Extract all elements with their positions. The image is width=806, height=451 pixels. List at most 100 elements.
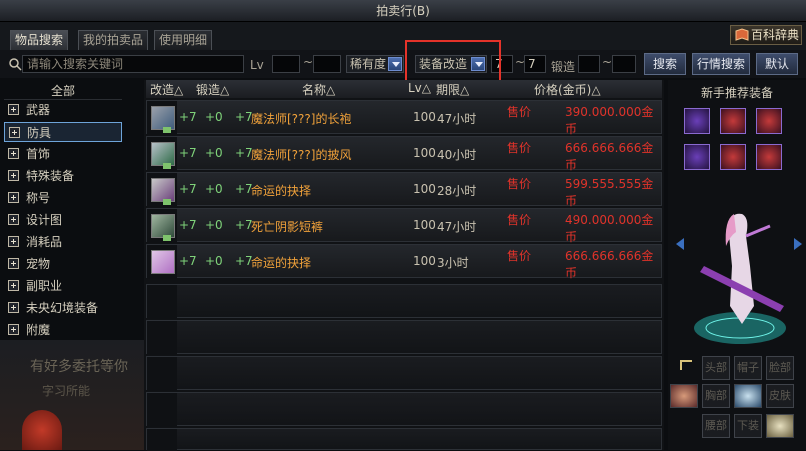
category-label: 防具: [27, 126, 52, 140]
part-shoes-icon[interactable]: [766, 414, 794, 438]
forge-value: +0: [205, 146, 223, 160]
sort-upgrade[interactable]: 改造△: [150, 81, 183, 98]
market-search-button[interactable]: 行情搜索: [692, 53, 750, 75]
price-label: 售价: [507, 177, 532, 191]
expand-icon: [8, 324, 19, 335]
category-blueprint[interactable]: 设计图: [4, 210, 122, 230]
tilde-separator: ~: [303, 55, 314, 69]
category-consumable[interactable]: 消耗品: [4, 232, 122, 252]
character-preview: [694, 213, 786, 344]
expand-icon: [8, 104, 19, 115]
chevron-down-icon: [388, 57, 402, 71]
table-row[interactable]: +7 +0 +7 死亡阴影短裤 100 47小时 售价 490.000.000金…: [146, 208, 662, 244]
sort-price[interactable]: 价格(金币)△: [534, 81, 601, 98]
item-level: 100: [413, 182, 436, 196]
item-price: 390.000.000金币: [565, 105, 654, 136]
item-period: 47小时: [437, 112, 477, 126]
table-row-empty: [146, 320, 662, 355]
table-row-empty: [146, 392, 662, 427]
upgrade-max-input[interactable]: 7: [524, 55, 546, 73]
category-pet[interactable]: 宠物: [4, 254, 122, 274]
tab-item-search[interactable]: 物品搜索: [10, 30, 69, 50]
forge-min-input[interactable]: [578, 55, 600, 73]
upgrade-value: +7: [179, 254, 197, 268]
tab-my-auctions[interactable]: 我的拍卖品: [78, 30, 149, 50]
lv-label: Lv: [250, 58, 264, 72]
recommend-item-icon[interactable]: [756, 108, 782, 134]
item-period: 28小时: [437, 184, 477, 198]
rotate-left-icon[interactable]: [676, 238, 684, 250]
table-row[interactable]: +7 +0 +7 魔法师[???]的长袍 100 47小时 售价 390.000…: [146, 100, 662, 136]
lv-min-input[interactable]: [272, 55, 300, 73]
table-row[interactable]: +7 +0 +7 魔法师[???]的披风 100 40小时 售价 666.666…: [146, 136, 662, 172]
forge-max-input[interactable]: [612, 55, 636, 73]
tag-icon: [163, 127, 171, 133]
recommend-item-icon[interactable]: [684, 108, 710, 134]
expand-icon: [8, 258, 19, 269]
category-armor[interactable]: 防具: [4, 122, 122, 142]
refresh-icon[interactable]: [680, 360, 692, 370]
expand-icon: [8, 148, 19, 159]
item-period: 47小时: [437, 220, 477, 234]
category-sub-profession[interactable]: 副职业: [4, 276, 122, 296]
table-row-empty: [146, 284, 662, 319]
tilde-separator: ~: [602, 55, 613, 69]
default-button[interactable]: 默认: [756, 53, 798, 75]
search-input[interactable]: 请输入搜索关键词: [22, 55, 244, 73]
sort-period[interactable]: 期限△: [436, 81, 469, 98]
part-hair-icon[interactable]: [734, 384, 762, 408]
table-row[interactable]: +7 +0 +7 命运的抉择 100 28小时 售价 599.555.555金币: [146, 172, 662, 208]
item-price: 490.000.000金币: [565, 213, 654, 244]
price-label: 售价: [507, 249, 532, 263]
price-label: 售价: [507, 105, 532, 119]
part-portrait-icon[interactable]: [670, 384, 698, 408]
part-hat[interactable]: 帽子: [734, 356, 762, 380]
category-weapon[interactable]: 武器: [4, 100, 122, 120]
category-label: 特殊装备: [26, 169, 75, 183]
recommend-item-icon[interactable]: [756, 144, 782, 170]
category-all[interactable]: 全部: [4, 82, 122, 100]
part-pants[interactable]: 下装: [734, 414, 762, 438]
recommend-item-icon[interactable]: [720, 144, 746, 170]
category-accessory[interactable]: 首饰: [4, 144, 122, 164]
search-button[interactable]: 搜索: [644, 53, 686, 75]
category-weiyang-equipment[interactable]: 未央幻境装备: [4, 298, 122, 318]
rarity-dropdown[interactable]: 稀有度: [346, 55, 404, 73]
tag-icon: [163, 199, 171, 205]
expand-icon: [8, 192, 19, 203]
tab-usage-details[interactable]: 使用明细: [154, 30, 213, 50]
expand-icon: [8, 302, 19, 313]
part-waist[interactable]: 腰部: [702, 414, 730, 438]
sort-forge[interactable]: 锻造△: [196, 81, 229, 98]
part-chest[interactable]: 胸部: [702, 384, 730, 408]
sort-name[interactable]: 名称△: [302, 81, 335, 98]
recommend-item-icon[interactable]: [720, 108, 746, 134]
part-skin[interactable]: 皮肤: [766, 384, 794, 408]
lv-max-input[interactable]: [313, 55, 341, 73]
book-icon: [735, 28, 749, 41]
category-special-equipment[interactable]: 特殊装备: [4, 166, 122, 186]
item-name: 死亡阴影短裤: [251, 220, 324, 234]
category-label: 首饰: [26, 147, 51, 161]
table-header: 改造△ 锻造△ 名称△ Lv△ 期限△ 价格(金币)△: [146, 80, 662, 98]
upgrade-value: +7: [179, 218, 197, 232]
category-title[interactable]: 称号: [4, 188, 122, 208]
part-face[interactable]: 脸部: [766, 356, 794, 380]
tag-icon: [163, 235, 171, 241]
item-level: 100: [413, 218, 436, 232]
item-name: 魔法师[???]的长袍: [251, 112, 352, 126]
encyclopedia-button[interactable]: 百科辞典: [730, 25, 802, 45]
item-name: 魔法师[???]的披风: [251, 148, 352, 162]
item-period: 40小时: [437, 148, 477, 162]
table-row[interactable]: +7 +0 +7 命运的抉择 100 3小时 售价 666.666.666金币: [146, 244, 662, 280]
sort-lv[interactable]: Lv△: [408, 81, 431, 95]
window-title: 拍卖行(B): [0, 0, 806, 22]
part-head[interactable]: 头部: [702, 356, 730, 380]
forge-value: +0: [205, 218, 223, 232]
forge-value: +0: [205, 254, 223, 268]
expand-icon: [8, 170, 19, 181]
table-row-empty: [146, 356, 662, 391]
recommend-item-icon[interactable]: [684, 144, 710, 170]
background-text: 有好多委托等你: [30, 359, 128, 375]
category-enchant[interactable]: 附魔: [4, 320, 122, 340]
